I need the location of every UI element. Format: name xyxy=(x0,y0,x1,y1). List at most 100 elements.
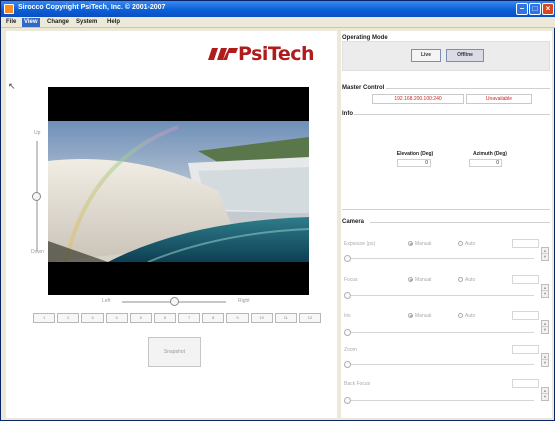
stepper-down-icon[interactable]: ▼ xyxy=(542,327,548,333)
maximize-icon: □ xyxy=(532,4,538,13)
iris-field[interactable] xyxy=(512,311,539,320)
preset-button[interactable]: 9 xyxy=(226,313,249,323)
window-title: Sirocco Copyright PsiTech, Inc. © 2001-2… xyxy=(18,4,166,11)
radio-unselected-icon xyxy=(458,313,463,318)
slider-track xyxy=(348,400,534,401)
back-focus-stepper[interactable]: ▲ ▼ xyxy=(541,387,549,401)
master-control-title: Master Control xyxy=(342,85,385,91)
stepper-down-icon[interactable]: ▼ xyxy=(542,360,548,366)
master-control-row: 192.168.200.100:240 Unavailable xyxy=(372,94,541,104)
snapshot-button[interactable]: Snapshot xyxy=(148,337,201,367)
slider-track xyxy=(348,258,534,259)
video-feed[interactable] xyxy=(48,87,309,295)
preset-bar: 1 2 3 4 5 6 7 8 9 10 11 12 xyxy=(33,313,322,323)
minimize-button[interactable]: – xyxy=(516,3,528,15)
slider-thumb[interactable] xyxy=(344,292,351,299)
back-focus-slider[interactable] xyxy=(344,397,534,405)
app-window: Sirocco Copyright PsiTech, Inc. © 2001-2… xyxy=(0,0,555,421)
pan-left-label: Left xyxy=(102,298,111,304)
elevation-label: Elevation (Deg) xyxy=(396,151,434,157)
preset-button[interactable]: 7 xyxy=(178,313,201,323)
preset-button[interactable]: 1 xyxy=(33,313,56,323)
operating-mode-panel: Live Offline xyxy=(342,41,550,71)
stepper-down-icon[interactable]: ▼ xyxy=(542,291,548,297)
focus-auto-radio[interactable]: Auto xyxy=(458,277,475,283)
tilt-slider-thumb[interactable] xyxy=(32,191,41,201)
preset-button[interactable]: 6 xyxy=(153,313,177,323)
tilt-down-label: Down xyxy=(31,249,44,255)
radio-selected-icon xyxy=(408,313,413,318)
tilt-slider[interactable] xyxy=(32,131,41,251)
zoom-field[interactable] xyxy=(512,345,539,354)
close-button[interactable]: × xyxy=(542,3,554,15)
focus-field[interactable] xyxy=(512,275,539,284)
minimize-icon: – xyxy=(519,4,525,13)
menu-view[interactable]: View xyxy=(22,18,40,27)
camera-title: Camera xyxy=(342,219,365,225)
manual-radio-label: Manual xyxy=(415,277,432,283)
iris-label: Iris xyxy=(344,313,351,319)
focus-label: Focus xyxy=(344,277,358,283)
preset-button[interactable]: 12 xyxy=(298,313,322,323)
auto-radio-label: Auto xyxy=(465,313,476,319)
azimuth-label: Azimuth (Deg) xyxy=(473,151,507,157)
pan-slider[interactable]: Left Right xyxy=(98,297,274,307)
main-content: PsiTech ↖ Up Down Left Right 1 2 3 4 5 6… xyxy=(6,31,552,418)
pan-slider-thumb[interactable] xyxy=(169,297,179,306)
menu-system[interactable]: System xyxy=(74,18,99,27)
iris-auto-radio[interactable]: Auto xyxy=(458,313,475,319)
menu-change[interactable]: Change xyxy=(45,18,71,27)
section-divider xyxy=(342,209,550,210)
slider-thumb[interactable] xyxy=(344,255,351,262)
preset-button[interactable]: 4 xyxy=(105,313,128,323)
tilt-up-label: Up xyxy=(34,130,41,136)
stepper-down-icon[interactable]: ▼ xyxy=(542,254,548,260)
section-divider xyxy=(354,114,550,115)
exposure-stepper[interactable]: ▲ ▼ xyxy=(541,247,549,261)
slider-track xyxy=(348,332,534,333)
focus-manual-radio[interactable]: Manual xyxy=(408,277,431,283)
pane-divider[interactable] xyxy=(337,31,341,418)
preset-button[interactable]: 8 xyxy=(202,313,225,323)
menu-help[interactable]: Help xyxy=(105,18,122,27)
menu-file[interactable]: File xyxy=(4,18,18,27)
focus-slider[interactable] xyxy=(344,292,534,300)
slider-thumb[interactable] xyxy=(344,361,351,368)
live-button[interactable]: Live xyxy=(411,49,441,62)
info-title: Info xyxy=(342,111,353,117)
preset-button[interactable]: 5 xyxy=(129,313,152,323)
preset-button[interactable]: 10 xyxy=(250,313,273,323)
iris-slider[interactable] xyxy=(344,329,534,337)
radio-selected-icon xyxy=(408,241,413,246)
exposure-field[interactable] xyxy=(512,239,539,248)
exposure-label: Exposure (ps) xyxy=(344,241,376,247)
back-focus-field[interactable] xyxy=(512,379,539,388)
slider-thumb[interactable] xyxy=(344,397,351,404)
stepper-down-icon[interactable]: ▼ xyxy=(542,394,548,400)
section-divider xyxy=(386,88,550,89)
iris-manual-radio[interactable]: Manual xyxy=(408,313,431,319)
auto-radio-label: Auto xyxy=(465,241,476,247)
zoom-slider[interactable] xyxy=(344,361,534,369)
preset-button[interactable]: 2 xyxy=(57,313,80,323)
master-status-field: Unavailable xyxy=(466,94,532,104)
slider-thumb[interactable] xyxy=(344,329,351,336)
elevation-field: 0 xyxy=(397,159,431,167)
zoom-stepper[interactable]: ▲ ▼ xyxy=(541,353,549,367)
control-pane: Operating Mode Live Offline Master Contr… xyxy=(342,31,552,418)
radio-selected-icon xyxy=(408,277,413,282)
psitech-logo: PsiTech xyxy=(208,43,320,65)
exposure-auto-radio[interactable]: Auto xyxy=(458,241,475,247)
iris-stepper[interactable]: ▲ ▼ xyxy=(541,320,549,334)
title-bar[interactable]: Sirocco Copyright PsiTech, Inc. © 2001-2… xyxy=(1,1,555,17)
preset-button[interactable]: 3 xyxy=(81,313,104,323)
exposure-slider[interactable] xyxy=(344,255,534,263)
offline-button[interactable]: Offline xyxy=(446,49,484,62)
focus-stepper[interactable]: ▲ ▼ xyxy=(541,284,549,298)
preset-button[interactable]: 11 xyxy=(274,313,297,323)
logo-text: PsiTech xyxy=(238,43,315,65)
close-icon: × xyxy=(545,4,551,13)
maximize-button[interactable]: □ xyxy=(529,3,541,15)
exposure-manual-radio[interactable]: Manual xyxy=(408,241,431,247)
master-ip-field: 192.168.200.100:240 xyxy=(372,94,464,104)
